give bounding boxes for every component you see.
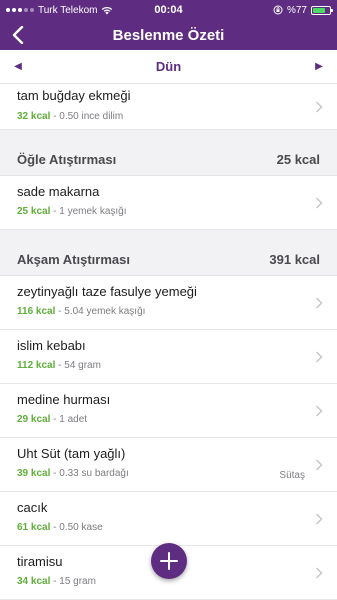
food-name: cacık [17,500,48,515]
chevron-right-icon [316,567,323,578]
food-details: 112 kcal - 54 gram [17,360,101,371]
clock: 00:04 [154,4,183,16]
food-name: Uht Süt (tam yağlı) [17,446,126,461]
food-name: medine hurması [17,392,111,407]
food-details: 32 kcal - 0.50 ince dilim [17,111,123,122]
plus-icon [160,552,178,570]
nav-bar: Beslenme Özeti [0,20,337,50]
next-day-button[interactable]: ▶ [311,61,327,72]
wifi-icon [102,6,113,14]
battery-icon [310,5,333,15]
food-name: islim kebabı [17,338,86,353]
food-portion: - 54 gram [55,360,101,371]
food-calories: 32 kcal [17,111,51,122]
food-item[interactable]: tam buğday ekmeği 32 kcal - 0.50 ince di… [0,84,337,130]
food-calories: 112 kcal [17,360,56,371]
food-calories: 29 kcal [17,414,51,425]
meal-section-header: Öğle Atıştırması 25 kcal [0,130,337,176]
food-portion: - 1 yemek kaşığı [50,206,127,217]
chevron-right-icon [316,297,323,308]
food-portion: - 0.50 ince dilim [50,111,124,122]
meal-total: 391 kcal [269,252,320,267]
food-name: sade makarna [17,184,100,199]
date-selector: ◀ Dün ▶ [0,50,337,84]
food-calories: 39 kcal [17,468,51,479]
food-portion: - 15 gram [50,576,96,587]
food-log-list: tam buğday ekmeği 32 kcal - 0.50 ince di… [0,84,337,600]
chevron-right-icon [316,513,323,524]
food-item[interactable]: cacık 61 kcal - 0.50 kase [0,492,337,546]
food-calories: 116 kcal [17,306,56,317]
food-details: 116 kcal - 5.04 yemek kaşığı [17,306,145,317]
food-item[interactable]: medine hurması 29 kcal - 1 adet [0,384,337,438]
chevron-right-icon [316,197,323,208]
food-name: tam buğday ekmeği [17,88,131,103]
food-portion: - 0.33 su bardağı [50,468,129,479]
meal-title: Akşam Atıştırması [17,252,130,267]
chevron-right-icon [316,351,323,362]
signal-icon [6,8,34,12]
orientation-lock-icon [273,5,283,15]
chevron-right-icon [316,459,323,470]
food-details: 39 kcal - 0.33 su bardağı [17,468,129,479]
food-calories: 61 kcal [17,522,51,533]
add-food-button[interactable] [151,543,187,579]
meal-section-header: Akşam Atıştırması 391 kcal [0,230,337,276]
food-portion: - 5.04 yemek kaşığı [55,306,146,317]
food-item[interactable]: zeytinyağlı taze fasulye yemeği 116 kcal… [0,276,337,330]
meal-total: 25 kcal [276,152,320,167]
food-name: zeytinyağlı taze fasulye yemeği [17,284,197,299]
food-item[interactable]: sade makarna 25 kcal - 1 yemek kaşığı [0,176,337,230]
chevron-left-icon [12,26,24,44]
food-details: 61 kcal - 0.50 kase [17,522,103,533]
status-bar: Turk Telekom 00:04 %77 [0,0,337,20]
chevron-right-icon [316,101,323,112]
food-details: 34 kcal - 15 gram [17,576,96,587]
date-label: Dün [155,59,182,74]
battery-percent: %77 [286,4,307,16]
food-portion: - 1 adet [50,414,88,425]
food-details: 25 kcal - 1 yemek kaşığı [17,206,127,217]
food-name: tiramisu [17,554,63,569]
food-calories: 25 kcal [17,206,51,217]
food-brand: Sütaş [279,470,305,481]
food-item[interactable]: Uht Süt (tam yağlı) 39 kcal - 0.33 su ba… [0,438,337,492]
previous-day-button[interactable]: ◀ [10,61,26,72]
food-portion: - 0.50 kase [50,522,103,533]
page-title: Beslenme Özeti [112,26,225,44]
back-button[interactable] [6,23,30,47]
food-details: 29 kcal - 1 adet [17,414,87,425]
chevron-right-icon [316,405,323,416]
food-item[interactable]: islim kebabı 112 kcal - 54 gram [0,330,337,384]
carrier-label: Turk Telekom [38,4,98,16]
meal-title: Öğle Atıştırması [17,152,117,167]
food-calories: 34 kcal [17,576,51,587]
